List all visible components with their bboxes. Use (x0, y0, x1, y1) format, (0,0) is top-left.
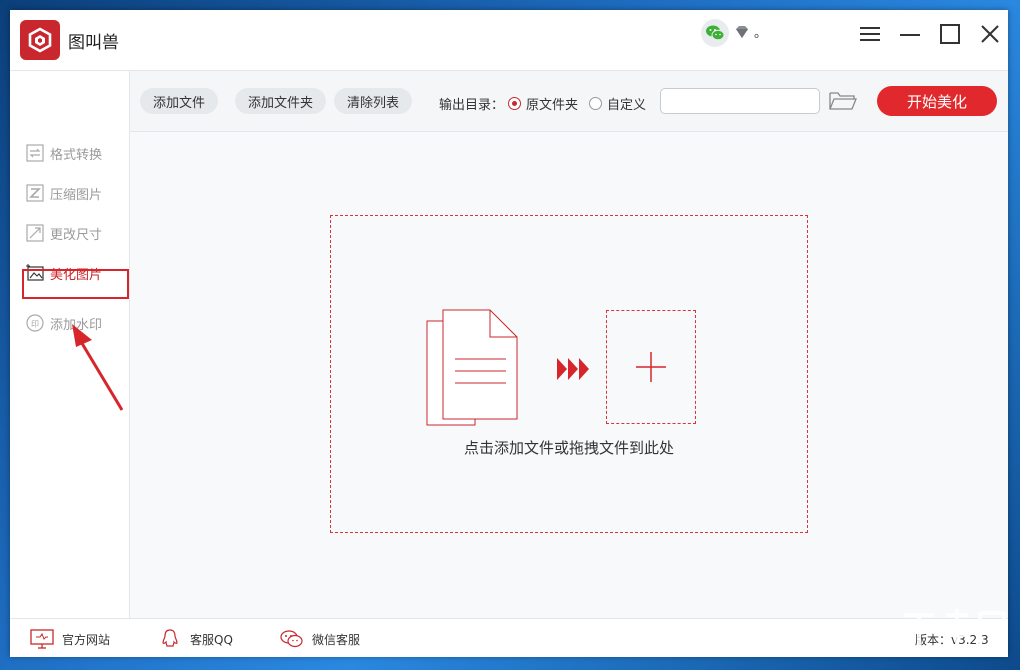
sidebar-item-watermark[interactable]: 印 添加水印 (26, 312, 102, 334)
drop-hint-text: 点击添加文件或拖拽文件到此处 (463, 439, 674, 457)
toolbar: 添加文件 添加文件夹 清除列表 输出目录： 原文件夹 自定义 开始美化 (130, 71, 1008, 132)
output-path-input[interactable] (660, 88, 820, 114)
resize-icon (26, 224, 44, 242)
sidebar-item-resize[interactable]: 更改尺寸 (26, 222, 102, 244)
add-file-target[interactable] (606, 310, 696, 424)
sidebar-item-compress[interactable]: 压缩图片 (26, 182, 102, 204)
svg-text:印: 印 (31, 320, 39, 329)
sidebar-item-format-convert[interactable]: 格式转换 (26, 142, 102, 164)
monitor-icon (30, 629, 54, 649)
main-content: 点击添加文件或拖拽文件到此处 (130, 132, 1008, 618)
open-folder-icon[interactable] (828, 89, 858, 113)
qq-icon (158, 629, 182, 649)
maximize-icon[interactable] (938, 22, 962, 46)
sidebar: 格式转换 压缩图片 更改尺寸 美化图片 印 添加水印 (10, 71, 130, 618)
app-title: 图叫兽 (68, 33, 119, 53)
sidebar-item-label: 格式转换 (50, 147, 103, 163)
radio-dot-selected[interactable] (508, 97, 521, 110)
vip-diamond-icon[interactable] (734, 24, 750, 40)
official-website-link[interactable]: 官方网站 (30, 629, 110, 649)
close-icon[interactable] (978, 22, 1002, 46)
wechat-support-link[interactable]: 微信客服 (280, 629, 360, 649)
footer-label: 微信客服 (312, 632, 361, 647)
status-bar: 官方网站 客服QQ 微信客服 版本：v3.2.3 (10, 618, 1008, 657)
plus-icon (636, 352, 666, 382)
footer-label: 客服QQ (190, 632, 233, 647)
qq-support-link[interactable]: 客服QQ (158, 629, 233, 649)
title-bar: 图叫兽 。 (10, 10, 1008, 71)
minimize-icon[interactable] (898, 22, 922, 46)
radio-original-folder[interactable]: 原文件夹 (508, 94, 578, 113)
user-name[interactable]: 。 (754, 22, 767, 41)
clear-list-button[interactable]: 清除列表 (334, 88, 413, 114)
app-logo-icon (20, 20, 60, 60)
sidebar-item-label: 压缩图片 (50, 187, 103, 203)
radio-dot[interactable] (589, 97, 602, 110)
radio-custom-folder[interactable]: 自定义 (589, 94, 646, 113)
active-item-highlight (22, 269, 129, 299)
start-beautify-button[interactable]: 开始美化 (877, 86, 997, 116)
convert-icon (26, 144, 44, 162)
footer-label: 官方网站 (62, 632, 111, 647)
sidebar-item-label: 添加水印 (50, 317, 103, 333)
sidebar-item-label: 更改尺寸 (50, 227, 103, 243)
radio-label: 自定义 (607, 98, 647, 113)
document-icon (426, 309, 518, 426)
add-file-button[interactable]: 添加文件 (140, 88, 219, 114)
wechat-icon (280, 629, 304, 649)
app-window: 图叫兽 。 格式转换 压缩图片 更改尺寸 美化图片 印 添加水印 添加文件 添加… (10, 10, 1008, 657)
triple-arrow-icon (557, 358, 589, 380)
output-dir-label: 输出目录： (439, 98, 505, 113)
menu-icon[interactable] (858, 22, 882, 46)
radio-label: 原文件夹 (526, 98, 579, 113)
watermark-icon: 印 (26, 314, 44, 332)
file-drop-zone[interactable]: 点击添加文件或拖拽文件到此处 (330, 215, 808, 533)
site-watermark-logo (904, 609, 1006, 657)
add-folder-button[interactable]: 添加文件夹 (235, 88, 327, 114)
wechat-login-icon[interactable] (701, 19, 729, 47)
compress-icon (26, 184, 44, 202)
